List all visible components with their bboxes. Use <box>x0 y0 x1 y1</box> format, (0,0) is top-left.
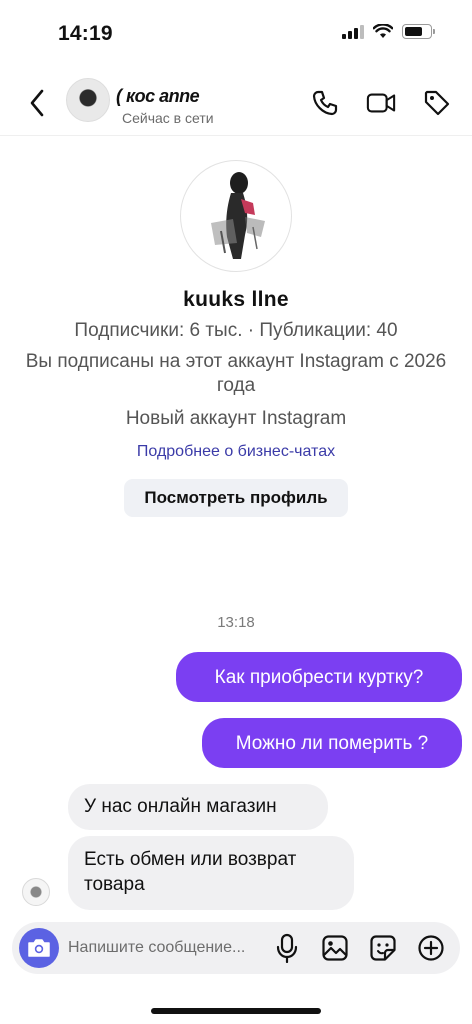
gallery-button[interactable] <box>320 932 350 964</box>
view-profile-button[interactable]: Посмотреть профиль <box>124 479 348 517</box>
voice-message-button[interactable] <box>272 932 302 964</box>
profile-card: kuuks llne Подписчики: 6 тыс. · Публикац… <box>0 160 472 517</box>
contact-name[interactable]: ( кос anne <box>116 86 200 107</box>
call-button[interactable] <box>310 88 340 118</box>
profile-name: kuuks llne <box>183 288 289 311</box>
home-indicator <box>151 1008 321 1014</box>
back-icon <box>30 89 44 117</box>
status-bar: 14:19 <box>0 0 472 66</box>
message-timestamp: 13:18 <box>217 614 255 631</box>
message-bubble-outgoing[interactable]: Как приобрести куртку? <box>176 652 462 702</box>
tag-icon <box>424 90 450 116</box>
contact-avatar[interactable] <box>66 78 110 122</box>
online-status: Сейчас в сети <box>122 110 214 126</box>
gallery-icon <box>322 935 348 961</box>
wifi-icon <box>373 24 393 38</box>
microphone-icon <box>276 933 298 963</box>
sticker-button[interactable] <box>368 932 398 964</box>
video-icon <box>366 93 396 113</box>
label-button[interactable] <box>422 88 452 118</box>
message-bubble-outgoing[interactable]: Можно ли померить ? <box>202 718 462 768</box>
chat-header: ( кос anne Сейчас в сети <box>0 66 472 136</box>
message-input[interactable] <box>68 936 268 960</box>
message-composer <box>12 922 460 974</box>
sticker-icon <box>370 935 396 961</box>
video-call-button[interactable] <box>366 88 396 118</box>
profile-avatar[interactable] <box>180 160 292 272</box>
phone-icon <box>312 90 338 116</box>
status-icons <box>342 24 435 39</box>
new-account-label: Новый аккаунт Instagram <box>125 408 347 429</box>
sender-avatar <box>22 878 50 906</box>
camera-button[interactable] <box>19 928 59 968</box>
business-chats-link[interactable]: Подробнее о бизнес-чатах <box>0 443 472 461</box>
message-bubble-incoming[interactable]: У нас онлайн магазин <box>68 784 328 830</box>
follow-info: Вы подписаны на этот аккаунт Instagram с… <box>25 351 447 396</box>
status-time: 14:19 <box>58 22 113 45</box>
back-button[interactable] <box>24 88 50 118</box>
profile-stats: Подписчики: 6 тыс. · Публикации: 40 <box>74 320 398 341</box>
plus-icon <box>418 935 444 961</box>
message-bubble-incoming[interactable]: Есть обмен или возврат товара <box>68 836 354 910</box>
camera-icon <box>28 939 50 957</box>
more-options-button[interactable] <box>416 932 446 964</box>
profile-photo-icon <box>211 172 265 259</box>
cellular-signal-icon <box>342 24 364 39</box>
battery-icon <box>402 24 435 39</box>
